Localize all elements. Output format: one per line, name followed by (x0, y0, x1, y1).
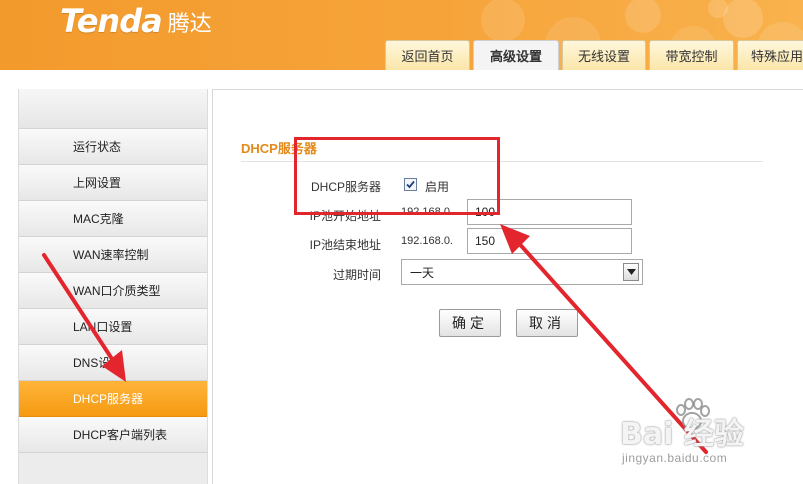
ip-end-input[interactable] (467, 228, 632, 254)
tab-special-apps[interactable]: 特殊应用 (737, 40, 803, 70)
sidebar-item-wan-speed[interactable]: WAN速率控制 (19, 237, 207, 273)
main-panel: DHCP服务器 DHCP服务器 启用 IP池开始地址 192.168.0. IP… (212, 89, 803, 484)
ip-start-label: IP池开始地址 (309, 209, 381, 223)
tenda-logo: Tenda 腾达 (60, 2, 212, 40)
sidebar-item-wan-media[interactable]: WAN口介质类型 (19, 273, 207, 309)
sidebar: 运行状态 上网设置 MAC克隆 WAN速率控制 WAN口介质类型 LAN口设置 … (18, 89, 208, 484)
sidebar-item-status[interactable]: 运行状态 (19, 129, 207, 165)
checkmark-icon (406, 180, 415, 189)
top-tabs: 返回首页 高级设置 无线设置 带宽控制 特殊应用 (385, 40, 803, 70)
tab-wireless-settings[interactable]: 无线设置 (562, 40, 646, 70)
dhcp-server-label: DHCP服务器 (310, 180, 381, 194)
sidebar-item-dhcp-clients[interactable]: DHCP客户端列表 (19, 417, 207, 453)
sidebar-header (19, 89, 207, 129)
tab-advanced-settings[interactable]: 高级设置 (473, 40, 559, 70)
ok-button[interactable]: 确定 (439, 309, 501, 337)
sidebar-item-dhcp-server[interactable]: DHCP服务器 (19, 381, 207, 417)
tab-bandwidth-control[interactable]: 带宽控制 (649, 40, 734, 70)
header-bar: Tenda 腾达 返回首页 高级设置 无线设置 带宽控制 特殊应用 (0, 0, 803, 70)
sidebar-item-lan[interactable]: LAN口设置 (19, 309, 207, 345)
sidebar-item-internet[interactable]: 上网设置 (19, 165, 207, 201)
ip-start-prefix: 192.168.0. (401, 206, 453, 218)
dhcp-enable-checkbox[interactable] (404, 178, 417, 191)
logo-text: Tenda (60, 2, 163, 40)
chevron-down-icon[interactable] (623, 263, 639, 281)
lease-time-label: 过期时间 (332, 268, 381, 282)
section-divider (241, 161, 763, 162)
lease-time-select[interactable]: 一天 (401, 259, 643, 285)
ip-end-prefix: 192.168.0. (401, 235, 453, 247)
dhcp-enable-label: 启用 (425, 180, 450, 194)
tab-home[interactable]: 返回首页 (385, 40, 470, 70)
ip-start-input[interactable] (467, 199, 632, 225)
cancel-button[interactable]: 取消 (516, 309, 578, 337)
lease-time-value: 一天 (410, 265, 435, 280)
ip-end-label: IP池结束地址 (309, 238, 381, 252)
sidebar-item-dns[interactable]: DNS设置 (19, 345, 207, 381)
sidebar-item-mac-clone[interactable]: MAC克隆 (19, 201, 207, 237)
logo-cn-text: 腾达 (167, 12, 212, 37)
section-title: DHCP服务器 (241, 141, 317, 156)
